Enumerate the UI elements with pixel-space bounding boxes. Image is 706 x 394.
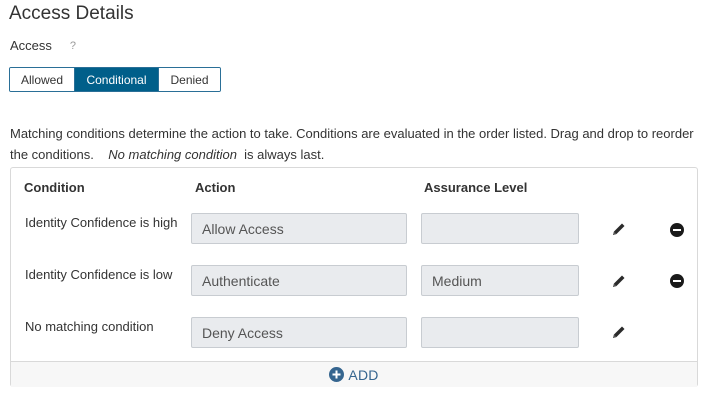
pencil-icon[interactable] [611, 273, 627, 289]
plus-circle-icon [329, 367, 345, 382]
page-title: Access Details [9, 3, 134, 24]
action-field[interactable]: Deny Access [191, 317, 407, 348]
pencil-icon[interactable] [611, 324, 627, 340]
assurance-level-field[interactable] [421, 317, 579, 348]
header-condition: Condition [24, 180, 85, 195]
description-tail: is always last. [244, 147, 325, 162]
add-condition-button[interactable]: ADD [11, 361, 697, 387]
add-label: ADD [348, 366, 379, 383]
conditions-description: Matching conditions determine the action… [10, 123, 696, 165]
header-assurance-level: Assurance Level [424, 180, 528, 195]
access-label: Access [10, 38, 52, 53]
conditions-table: Condition Action Assurance Level Identit… [10, 167, 698, 387]
help-icon[interactable]: ? [66, 39, 80, 53]
condition-label: Identity Confidence is low [25, 267, 173, 282]
minus-circle-icon[interactable] [670, 223, 684, 237]
description-emphasis: No matching condition [108, 147, 237, 162]
action-field[interactable]: Authenticate [191, 265, 407, 296]
access-option-conditional[interactable]: Conditional [75, 68, 158, 91]
header-action: Action [195, 180, 236, 195]
condition-label: Identity Confidence is high [25, 215, 178, 230]
action-field[interactable]: Allow Access [191, 213, 407, 244]
condition-label: No matching condition [25, 319, 154, 334]
access-option-denied[interactable]: Denied [158, 68, 220, 91]
access-segmented-control: Allowed Conditional Denied [9, 67, 221, 92]
assurance-level-field[interactable]: Medium [421, 265, 579, 296]
access-field-row: Access ? [10, 38, 80, 53]
access-option-allowed[interactable]: Allowed [10, 68, 75, 91]
assurance-level-field[interactable] [421, 213, 579, 244]
minus-circle-icon[interactable] [670, 274, 684, 288]
pencil-icon[interactable] [611, 221, 627, 237]
